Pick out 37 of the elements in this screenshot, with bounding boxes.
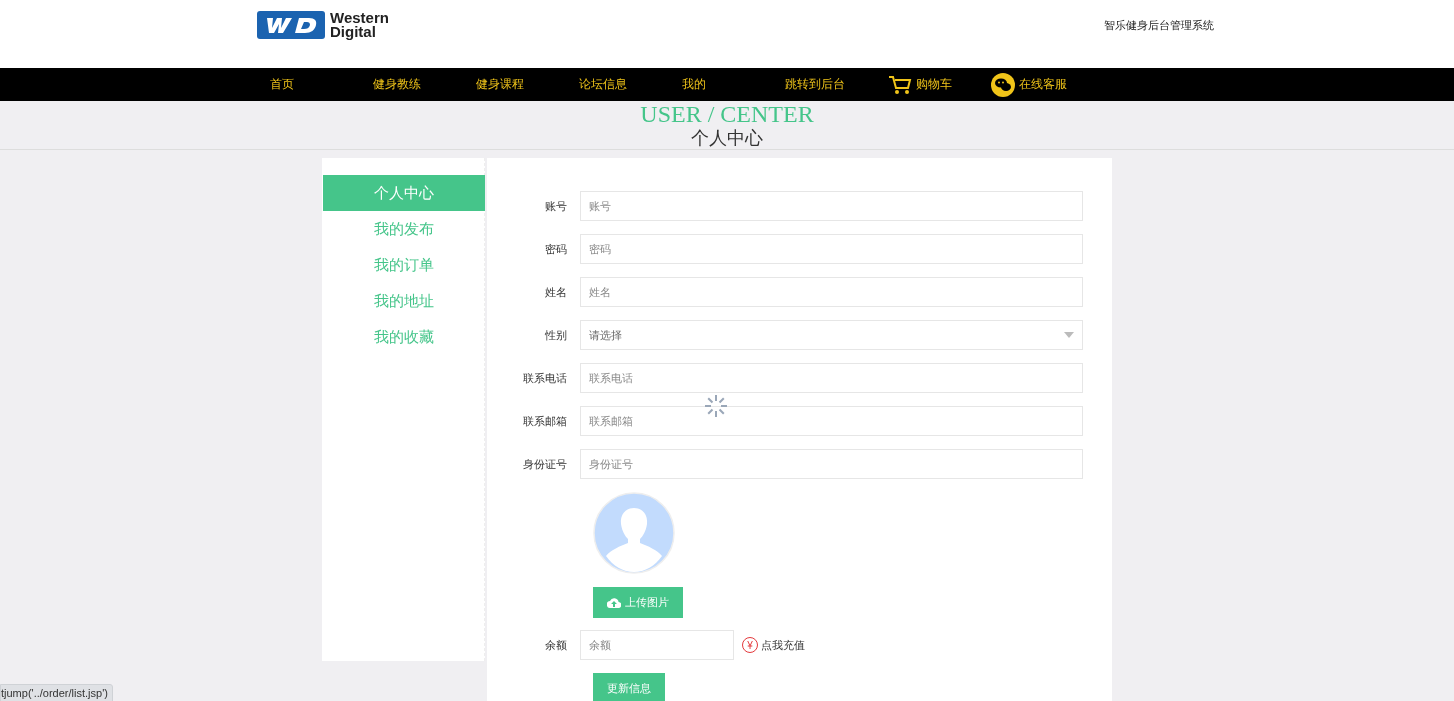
field-label: 密码 — [544, 241, 568, 257]
input-field[interactable]: 联系电话 — [580, 363, 1083, 393]
field-label: 姓名 — [544, 284, 568, 300]
select-field[interactable]: 请选择 — [580, 320, 1083, 350]
nav-link[interactable]: 我的 — [682, 76, 706, 93]
avatar-icon — [593, 492, 675, 574]
field-label: 身份证号 — [522, 456, 568, 472]
spinner-icon — [703, 393, 729, 419]
field-label: 性别 — [544, 327, 568, 343]
system-name: 智乐健身后台管理系统 — [1104, 17, 1214, 33]
cart-icon — [888, 74, 912, 95]
nav-link[interactable]: 首页 — [270, 76, 294, 93]
input-field[interactable]: 联系邮箱 — [580, 406, 1083, 436]
nav-link[interactable]: 在线客服 — [991, 72, 1067, 97]
input-field[interactable]: 余额 — [580, 630, 734, 660]
input-field[interactable]: 账号 — [580, 191, 1083, 221]
cloud-upload-icon — [607, 597, 621, 608]
nav-link[interactable]: 跳转到后台 — [785, 76, 845, 93]
status-tooltip: tjump('../order/list.jsp') — [0, 684, 113, 701]
input-field[interactable]: 身份证号 — [580, 449, 1083, 479]
field-label: 联系电话 — [522, 370, 568, 386]
page-title-english: USER / CENTER — [640, 101, 814, 127]
chat-icon — [991, 72, 1015, 97]
input-field[interactable]: 姓名 — [580, 277, 1083, 307]
logo-icon — [257, 11, 325, 39]
nav-link[interactable]: 健身教练 — [373, 76, 421, 93]
recharge-link[interactable]: 点我充值 — [761, 637, 805, 653]
nav-link[interactable]: 论坛信息 — [579, 76, 627, 93]
logo-text: Digital — [330, 25, 377, 39]
input-field[interactable]: 密码 — [580, 234, 1083, 264]
field-label: 联系邮箱 — [522, 413, 568, 429]
nav-link[interactable]: 购物车 — [888, 74, 952, 95]
logo-text: Western — [330, 11, 389, 25]
field-label: 余额 — [544, 637, 568, 653]
nav-link[interactable]: 健身课程 — [476, 76, 524, 93]
field-label: 账号 — [544, 198, 568, 214]
caret-icon — [1064, 332, 1074, 338]
